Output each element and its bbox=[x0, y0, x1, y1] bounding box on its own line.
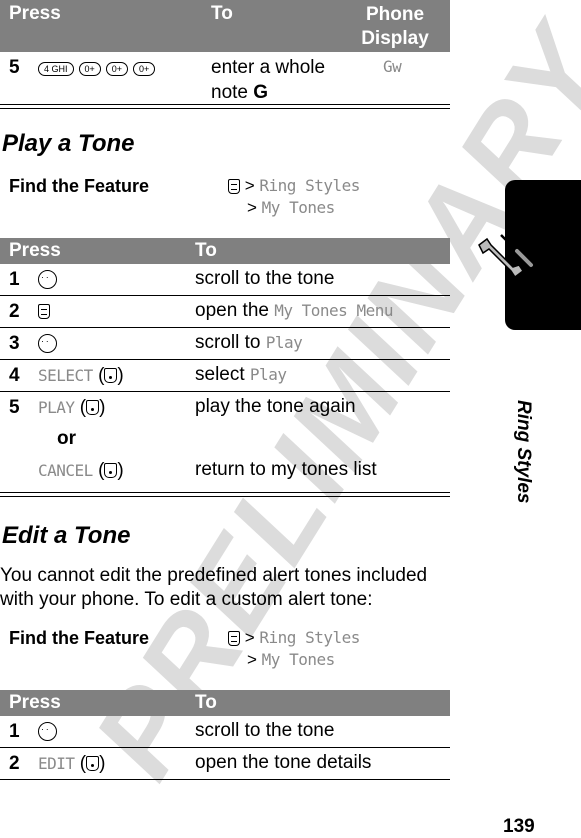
path-item[interactable]: Ring Styles bbox=[259, 176, 360, 195]
menu-key-icon bbox=[228, 179, 240, 195]
table-header: Press To bbox=[0, 690, 450, 716]
find-feature-label: Find the Feature bbox=[9, 628, 150, 648]
path-item[interactable]: My Tones bbox=[262, 198, 336, 217]
nav-key-icon bbox=[38, 334, 57, 354]
tools-icon bbox=[478, 234, 535, 279]
table-row: 5 PLAY () play the tone again or CANCEL … bbox=[0, 392, 450, 493]
divider bbox=[0, 105, 450, 109]
header-to: To bbox=[211, 3, 233, 24]
step-action: enter a whole note G bbox=[211, 57, 326, 103]
softkey-cancel: CANCEL bbox=[38, 461, 93, 480]
table-row: 4 SELECT () select Play bbox=[0, 360, 450, 392]
softkey-select: SELECT bbox=[38, 366, 93, 385]
menu-key-icon bbox=[228, 631, 240, 647]
phone-display: Gw bbox=[383, 57, 402, 76]
divider bbox=[0, 493, 450, 497]
table-row: 2 open the My Tones Menu bbox=[0, 296, 450, 328]
menu-path: > Ring Styles > My Tones bbox=[228, 627, 360, 671]
find-feature-label: Find the Feature bbox=[9, 176, 150, 196]
chapter-label: Ring Styles bbox=[513, 400, 534, 504]
softkey-icon bbox=[104, 463, 118, 479]
table-row: 3 scroll to Play bbox=[0, 328, 450, 360]
section-title-edit: Edit a Tone bbox=[2, 522, 131, 549]
table-row: 5 4 GHI 0+ 0+ 0+ enter a whole note G Gw bbox=[0, 52, 450, 105]
softkey-play: PLAY bbox=[38, 398, 75, 417]
key-0-icon: 0+ bbox=[105, 61, 129, 76]
key-0-icon: 0+ bbox=[78, 61, 101, 76]
menu-path: > Ring Styles > My Tones bbox=[228, 175, 360, 219]
softkey-icon bbox=[86, 400, 100, 416]
section-title-play: Play a Tone bbox=[2, 130, 135, 157]
header-display: Phone Display bbox=[361, 4, 429, 49]
key-4-icon: 4 GHI bbox=[38, 61, 74, 76]
menu-key-icon bbox=[38, 304, 50, 320]
header-press: Press bbox=[9, 3, 61, 24]
table-row: 1 scroll to the tone bbox=[0, 264, 450, 296]
softkey-icon bbox=[86, 756, 100, 772]
table-row: 2 EDIT () open the tone details bbox=[0, 748, 450, 780]
step-number: 5 bbox=[9, 57, 20, 78]
softkey-edit: EDIT bbox=[38, 754, 75, 773]
page-content: Press To Phone Display 5 4 GHI 0+ 0+ 0+ ent… bbox=[0, 0, 450, 780]
play-steps-table: Press To 1 scroll to the tone 2 open the… bbox=[0, 238, 450, 497]
path-item[interactable]: My Tones bbox=[262, 650, 336, 669]
edit-steps-table: Press To 1 scroll to the tone 2 EDIT () … bbox=[0, 690, 450, 780]
nav-key-icon bbox=[38, 270, 57, 290]
path-item[interactable]: Ring Styles bbox=[259, 628, 360, 647]
page-number: 139 bbox=[503, 816, 535, 837]
key-0-icon: 0+ bbox=[133, 61, 156, 76]
table-row: 1 scroll to the tone bbox=[0, 716, 450, 748]
table-header: Press To bbox=[0, 238, 450, 264]
table-header: Press To Phone Display bbox=[0, 0, 450, 52]
nav-key-icon bbox=[38, 722, 57, 742]
key-sequence: 4 GHI 0+ 0+ 0+ bbox=[38, 58, 160, 80]
or-label: or bbox=[57, 428, 76, 449]
intro-paragraph: You cannot edit the predefined alert ton… bbox=[0, 565, 428, 610]
softkey-icon bbox=[104, 368, 118, 384]
